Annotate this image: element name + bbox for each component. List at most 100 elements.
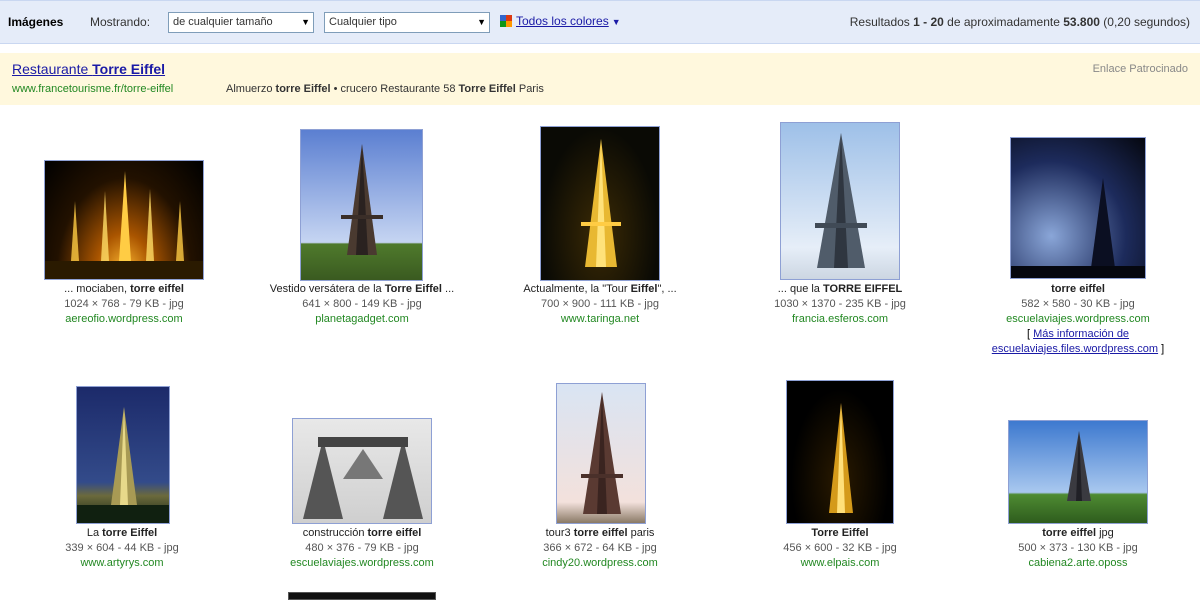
result-domain[interactable]: planetagadget.com [242,312,482,327]
caption-text: Actualmente, la "Tour [523,283,631,295]
caption-text: construcción [302,527,368,539]
result-meta: 339 × 604 - 44 KB - jpg [65,542,179,554]
caption-bold: torre eiffel [573,527,628,539]
result-domain[interactable]: www.elpais.com [720,556,960,571]
result-item: tour3 torre eiffel paris 366 × 672 - 64 … [480,526,720,571]
result-meta: 641 × 800 - 149 KB - jpg [302,298,422,310]
caption-bold: torre eiffel [130,283,184,295]
caption-bold: TORRE EIFFEL [823,283,903,295]
result-domain[interactable]: escuelaviajes.wordpress.com [242,556,482,571]
ad-desc-mid: • crucero Restaurante 58 [330,83,459,95]
result-thumbnail[interactable] [1010,137,1146,279]
result-caption: La torre Eiffel [2,526,242,541]
result-thumbnail[interactable] [44,160,204,280]
result-caption: torre eiffel [958,282,1198,297]
result-meta: 1030 × 1370 - 235 KB - jpg [774,298,906,310]
result-item: torre eiffel 582 × 580 - 30 KB - jpg esc… [958,282,1198,357]
results-stats: Resultados 1 - 20 de aproximadamente 53.… [850,15,1190,29]
showing-label: Mostrando: [90,15,151,29]
result-domain[interactable]: cabiena2.arte.oposs [958,556,1198,571]
eiffel-tower-night-image [581,139,621,267]
colors-link[interactable]: Todos los colores [516,14,609,28]
fountain-tower-image [45,171,203,279]
result-meta: 582 × 580 - 30 KB - jpg [1021,298,1135,310]
result-item: Torre Eiffel 456 × 600 - 32 KB - jpg www… [720,526,960,571]
result-domain[interactable]: francia.esferos.com [720,312,960,327]
ad-url[interactable]: www.francetourisme.fr/torre-eiffel [12,83,173,95]
result-item: torre eiffel jpg 500 × 373 - 130 KB - jp… [958,526,1198,571]
result-item: ... que la TORRE EIFFEL 1030 × 1370 - 23… [720,282,960,327]
size-select[interactable]: de cualquier tamaño ▼ [168,12,314,33]
result-thumbnail[interactable] [292,418,432,524]
ad-title-bold: Torre Eiffel [92,61,166,77]
result-caption: torre eiffel jpg [958,526,1198,541]
caption-text: tour3 [545,527,574,539]
result-meta: 700 × 900 - 111 KB - jpg [541,298,659,310]
result-thumbnail[interactable] [300,129,423,281]
result-thumbnail[interactable] [288,592,436,600]
caption-bold: torre eiffel [1051,283,1105,295]
top-toolbar: Imágenes Mostrando: de cualquier tamaño … [0,0,1200,44]
result-caption: ... que la TORRE EIFFEL [720,282,960,297]
caption-text: ... [442,283,455,295]
result-thumbnail[interactable] [780,122,900,280]
result-domain[interactable]: cindy20.wordpress.com [480,556,720,571]
caption-text: La [86,527,103,539]
result-thumbnail[interactable] [540,126,660,281]
type-select[interactable]: Cualquier tipo ▼ [324,12,490,33]
eiffel-tower-construction-image [303,437,423,519]
result-caption: Vestido versátera de la Torre Eiffel ... [242,282,482,297]
eiffel-tower-image [1011,178,1145,278]
sponsored-ad: Restaurante Torre Eiffel www.francetouri… [0,53,1200,105]
result-domain[interactable]: www.artyrys.com [2,556,242,571]
chevron-down-icon: ▼ [611,17,621,27]
section-title: Imágenes [8,15,64,29]
eiffel-tower-image [581,392,623,514]
result-item: Vestido versátera de la Torre Eiffel ...… [242,282,482,327]
results-mid: de aproximadamente [943,15,1064,29]
result-meta: 1024 × 768 - 79 KB - jpg [64,298,184,310]
eiffel-tower-image [341,144,383,255]
color-palette-icon [500,15,512,27]
caption-bold: Torre Eiffel [811,527,869,539]
results-range: 1 - 20 [913,15,944,29]
caption-bold: Eiffel [630,283,658,295]
ad-desc-bold: torre Eiffel [275,83,331,95]
result-domain[interactable]: escuelaviajes.wordpress.com [958,312,1198,327]
caption-text: paris [627,527,655,539]
result-item: Actualmente, la "Tour Eiffel", ... 700 ×… [480,282,720,327]
result-thumbnail[interactable] [556,383,646,524]
eiffel-tower-night-image [829,403,853,513]
results-prefix: Resultados [849,15,914,29]
result-thumbnail[interactable] [76,386,170,524]
result-caption: Actualmente, la "Tour Eiffel", ... [480,282,720,297]
results-count: 53.800 [1063,15,1100,29]
caption-bold: Torre Eiffel [384,283,442,295]
eiffel-tower-image [77,407,169,523]
chevron-down-icon: ▼ [301,17,310,27]
eiffel-tower-image [1067,431,1091,501]
ad-title-link[interactable]: Restaurante Torre Eiffel [12,61,165,77]
ad-title-prefix: Restaurante [12,61,93,77]
caption-text: ... mociaben, [64,283,131,295]
ad-desc-suffix: Paris [515,83,544,95]
caption-text: Vestido versátera de la [269,283,385,295]
ad-description: Almuerzo torre Eiffel • crucero Restaura… [226,83,544,95]
caption-text: ", ... [657,283,677,295]
caption-text: jpg [1096,527,1114,539]
result-meta: 456 × 600 - 32 KB - jpg [783,542,897,554]
result-item: ... mociaben, torre eiffel 1024 × 768 - … [4,282,244,327]
result-thumbnail[interactable] [786,380,894,524]
colors-filter[interactable]: Todos los colores ▼ [500,14,621,28]
more-info-link[interactable]: Más información de escuelaviajes.files.w… [992,328,1158,355]
result-thumbnail[interactable] [1008,420,1148,524]
eiffel-tower-image [815,133,867,268]
caption-bold: torre eiffel [1042,527,1097,539]
result-domain[interactable]: www.taringa.net [480,312,720,327]
ad-desc-prefix: Almuerzo [226,83,276,95]
results-time: (0,20 segundos) [1099,15,1190,29]
chevron-down-icon: ▼ [477,17,486,27]
caption-bold: torre eiffel [367,527,422,539]
result-item: La torre Eiffel 339 × 604 - 44 KB - jpg … [2,526,242,571]
result-domain[interactable]: aereofio.wordpress.com [4,312,244,327]
